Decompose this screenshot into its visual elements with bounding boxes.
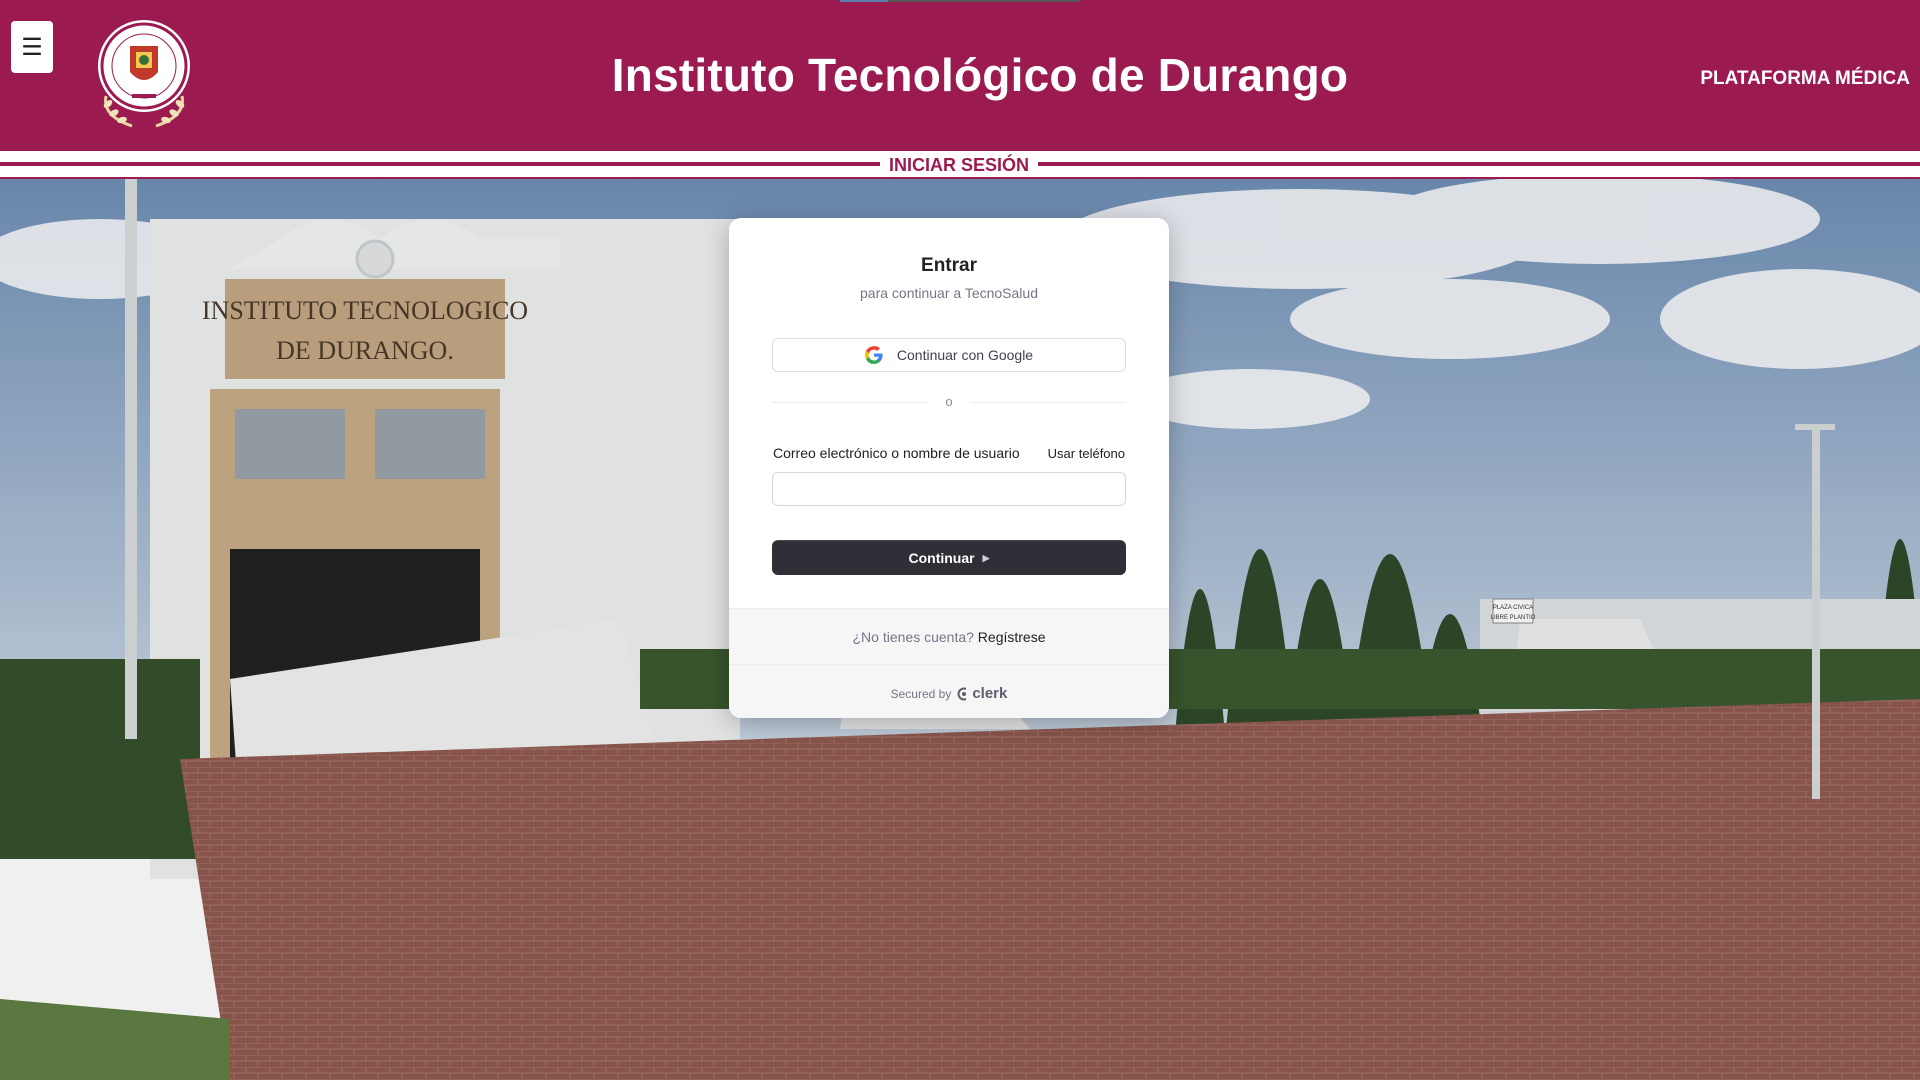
google-icon: [864, 346, 883, 364]
sign-in-title: Entrar: [921, 255, 977, 276]
site-header: ☰ Instituto Tecnológico de Durango PLATA…: [0, 0, 1920, 151]
top-loading-indicator: [840, 0, 1080, 2]
use-phone-link[interactable]: Usar teléfono: [1048, 446, 1125, 461]
or-divider: o: [772, 394, 1126, 410]
institute-title: Instituto Tecnológico de Durango: [611, 49, 1349, 101]
divider-line-right: [1038, 162, 1920, 166]
signup-link[interactable]: Regístrese: [978, 629, 1046, 645]
footer-separator: [729, 664, 1169, 665]
section-label: INICIAR SESIÓN: [888, 155, 1030, 175]
sign-in-card: Entrar para continuar a TecnoSalud Conti…: [729, 218, 1169, 718]
platform-label: PLATAFORMA MÉDICA: [1700, 68, 1910, 89]
google-button-label: Continuar con Google: [896, 347, 1034, 363]
section-divider: INICIAR SESIÓN: [0, 151, 1920, 179]
continue-button[interactable]: Continuar ▶: [772, 540, 1126, 575]
clerk-logo-icon: [957, 686, 971, 701]
sign-in-footer: ¿No tienes cuenta? Regístrese Secured by…: [729, 608, 1169, 718]
secured-by-text: Secured by: [890, 686, 952, 701]
no-account-text: ¿No tienes cuenta?: [852, 629, 974, 645]
divider-line-left: [0, 162, 880, 166]
signup-row: ¿No tienes cuenta? Regístrese: [729, 629, 1169, 645]
secured-by-row: Secured by clerk: [729, 685, 1169, 702]
continue-button-label: Continuar: [908, 549, 975, 566]
email-or-username-input[interactable]: [772, 472, 1126, 506]
sign-in-subtitle: para continuar a TecnoSalud: [860, 285, 1038, 301]
clerk-brand[interactable]: clerk: [957, 685, 1007, 702]
continue-with-google-button[interactable]: Continuar con Google: [772, 338, 1126, 372]
clerk-brand-text: clerk: [972, 685, 1008, 702]
play-arrow-icon: ▶: [982, 552, 990, 563]
email-field-label: Correo electrónico o nombre de usuario: [773, 445, 1020, 461]
